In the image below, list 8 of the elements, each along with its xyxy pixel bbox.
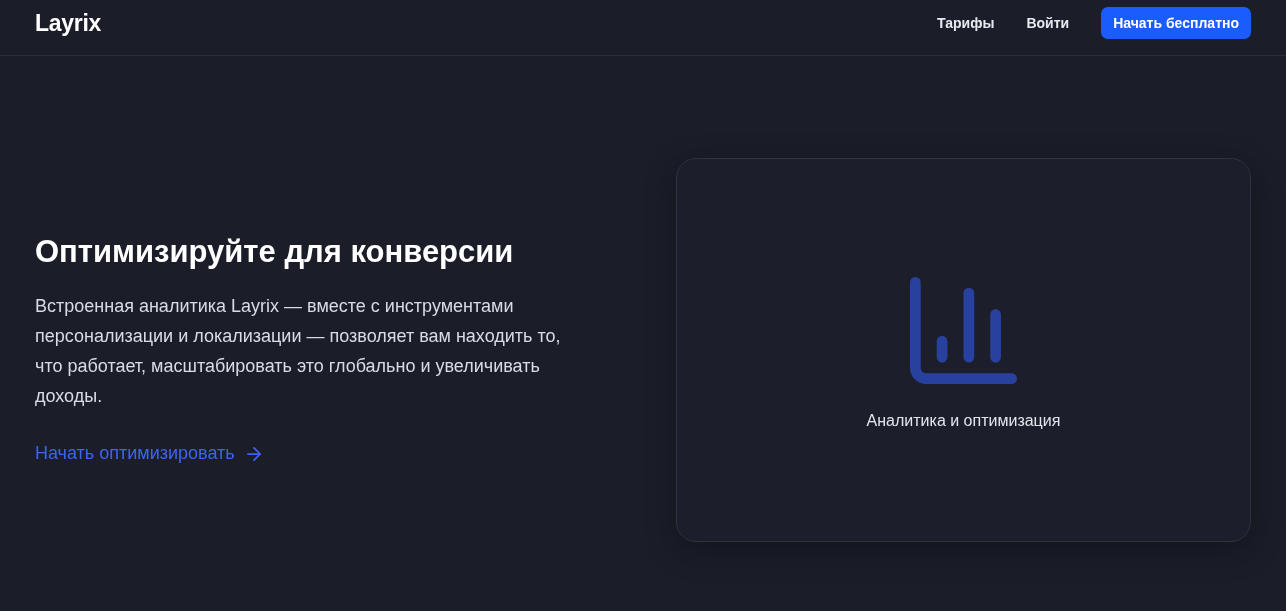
bar-chart-icon <box>910 276 1017 384</box>
start-free-button[interactable]: Начать бесплатно <box>1101 7 1251 39</box>
nav-link[interactable]: Войти <box>1026 15 1070 31</box>
section-description: Встроенная аналитика Layrix — вместе с инструментами персонализации и локализации — позволяет вам находить то, что работает, масштабировать это глобально и увеличивать доходы. <box>35 295 562 408</box>
logo[interactable]: Layrix <box>35 9 101 37</box>
nav-link[interactable]: Тарифы <box>937 15 995 31</box>
card-caption: Аналитика и оптимизация <box>866 411 1061 430</box>
section-heading: Оптимизируйте для конверсии <box>35 234 514 270</box>
